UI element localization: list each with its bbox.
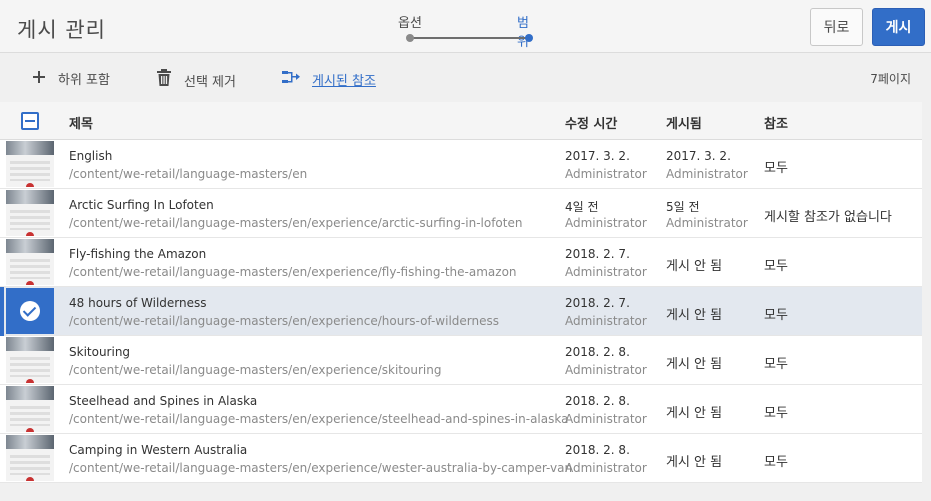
column-header-title[interactable]: 제목: [69, 113, 93, 132]
row-published: 5일 전: [666, 200, 700, 214]
references-tree-icon: [282, 69, 300, 89]
row-modified-by: Administrator: [565, 314, 647, 328]
row-modified: 2018. 2. 7.: [565, 296, 630, 310]
row-modified-by: Administrator: [565, 412, 647, 426]
row-published: 게시 안 됨: [666, 308, 723, 323]
row-references: 게시할 참조가 없습니다: [764, 210, 892, 225]
row-title: Steelhead and Spines in Alaska: [69, 394, 258, 408]
row-references: 모두: [764, 259, 788, 274]
table-row[interactable]: Fly-fishing the Amazon /content/we-retai…: [0, 238, 922, 287]
remove-selection-label: 선택 제거: [184, 74, 236, 90]
page-thumbnail[interactable]: [6, 141, 54, 187]
row-modified: 2018. 2. 8.: [565, 345, 630, 359]
page-thumbnail-selected[interactable]: [6, 288, 54, 334]
wizard-steps: 옵션 범위: [398, 10, 538, 50]
row-modified-by: Administrator: [565, 216, 647, 230]
table-row[interactable]: Skitouring /content/we-retail/language-m…: [0, 336, 922, 385]
pages-table: 제목 수정 시간 게시됨 참조 English /content/we-reta…: [0, 102, 922, 483]
select-all-checkbox[interactable]: [21, 112, 39, 130]
row-published-by: Administrator: [666, 216, 748, 230]
page-thumbnail[interactable]: [6, 239, 54, 285]
check-circle-icon: [20, 301, 40, 321]
row-modified: 2018. 2. 7.: [565, 247, 630, 261]
published-references-label: 게시된 참조: [312, 73, 376, 89]
include-children-label: 하위 포함: [58, 73, 110, 88]
row-title: Skitouring: [69, 345, 131, 359]
row-title: Fly-fishing the Amazon: [69, 247, 207, 261]
wizard-step-options[interactable]: 옵션: [398, 12, 422, 31]
plus-icon: [32, 70, 46, 88]
row-references: 모두: [764, 406, 788, 421]
table-row[interactable]: Steelhead and Spines in Alaska /content/…: [0, 385, 922, 434]
row-modified: 2018. 2. 8.: [565, 394, 630, 408]
page-thumbnail[interactable]: [6, 435, 54, 481]
wizard-dot-scope: [525, 34, 533, 42]
page-thumbnail[interactable]: [6, 190, 54, 236]
table-row[interactable]: Arctic Surfing In Lofoten /content/we-re…: [0, 189, 922, 238]
row-published: 게시 안 됨: [666, 455, 723, 470]
row-title: Camping in Western Australia: [69, 443, 248, 457]
page-header: 게시 관리 옵션 범위 뒤로 게시: [0, 0, 931, 53]
row-references: 모두: [764, 308, 788, 323]
column-header-modified[interactable]: 수정 시간: [565, 113, 617, 132]
row-published: 2017. 3. 2.: [666, 149, 731, 163]
include-children-button[interactable]: 하위 포함: [32, 69, 110, 88]
row-references: 모두: [764, 455, 788, 470]
row-modified-by: Administrator: [565, 461, 647, 475]
page-thumbnail[interactable]: [6, 337, 54, 383]
table-row[interactable]: English /content/we-retail/language-mast…: [0, 140, 922, 189]
table-row-selected[interactable]: 48 hours of Wilderness /content/we-retai…: [0, 287, 922, 336]
row-path: /content/we-retail/language-masters/en/e…: [69, 363, 442, 377]
row-references: 모두: [764, 161, 788, 176]
row-modified-by: Administrator: [565, 363, 647, 377]
row-path: /content/we-retail/language-masters/en/e…: [69, 265, 517, 279]
row-published: 게시 안 됨: [666, 357, 723, 372]
row-modified: 4일 전: [565, 200, 599, 214]
row-path: /content/we-retail/language-masters/en/e…: [69, 314, 500, 328]
row-path: /content/we-retail/language-masters/en/e…: [69, 461, 573, 475]
column-header-references[interactable]: 참조: [764, 113, 788, 132]
row-modified-by: Administrator: [565, 167, 647, 181]
trash-icon: [156, 69, 172, 91]
wizard-step-scope[interactable]: 범위: [517, 12, 538, 50]
row-published: 게시 안 됨: [666, 406, 723, 421]
row-modified: 2018. 2. 8.: [565, 443, 630, 457]
action-toolbar: 하위 포함 선택 제거 게시된 참조 7페이지: [0, 53, 931, 102]
row-title: Arctic Surfing In Lofoten: [69, 198, 214, 212]
back-button[interactable]: 뒤로: [810, 8, 863, 46]
row-references: 모두: [764, 357, 788, 372]
published-references-link[interactable]: 게시된 참조: [282, 69, 376, 89]
remove-selection-button[interactable]: 선택 제거: [156, 69, 236, 91]
table-header: 제목 수정 시간 게시됨 참조: [0, 102, 922, 140]
page-title: 게시 관리: [17, 18, 106, 42]
wizard-dot-options: [406, 34, 414, 42]
publish-button[interactable]: 게시: [872, 8, 925, 46]
row-published: 게시 안 됨: [666, 259, 723, 274]
scrollbar-track[interactable]: [922, 102, 931, 501]
row-modified-by: Administrator: [565, 265, 647, 279]
row-path: /content/we-retail/language-masters/en/e…: [69, 412, 569, 426]
page-count: 7페이지: [870, 72, 911, 86]
row-path: /content/we-retail/language-masters/en: [69, 167, 308, 181]
row-path: /content/we-retail/language-masters/en/e…: [69, 216, 523, 230]
row-title: English: [69, 149, 113, 163]
row-title: 48 hours of Wilderness: [69, 296, 207, 310]
table-row[interactable]: Camping in Western Australia /content/we…: [0, 434, 922, 483]
page-thumbnail[interactable]: [6, 386, 54, 432]
wizard-progress-line: [412, 37, 529, 39]
row-published-by: Administrator: [666, 167, 748, 181]
column-header-published[interactable]: 게시됨: [666, 113, 702, 132]
row-modified: 2017. 3. 2.: [565, 149, 630, 163]
selection-indicator: [0, 287, 4, 336]
